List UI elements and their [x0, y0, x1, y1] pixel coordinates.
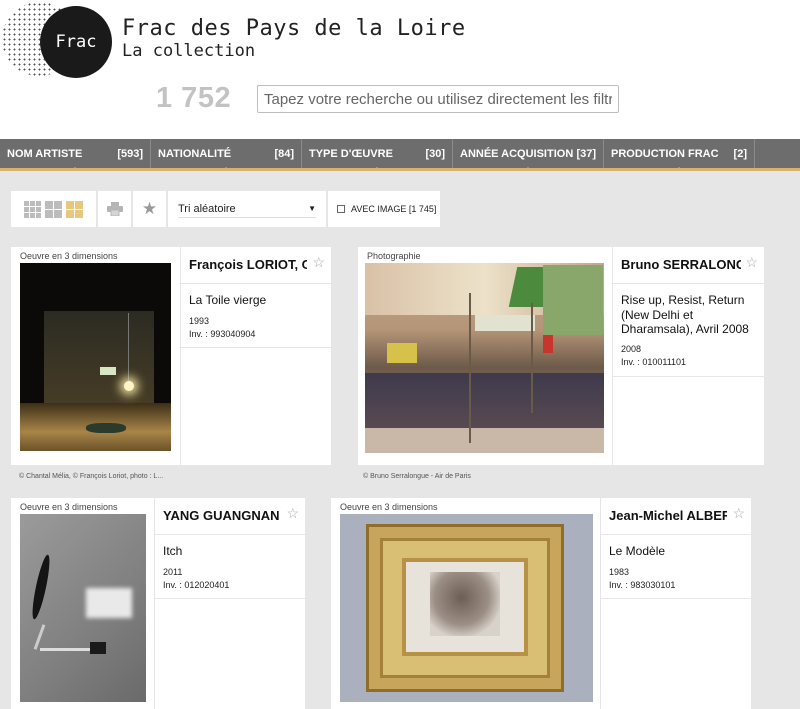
artwork-type: Photographie: [367, 251, 421, 261]
artwork-info: Jean-Michel ALBER... ☆ Le Modèle 1983 In…: [600, 498, 751, 709]
artwork-year: 2011: [163, 567, 183, 577]
filter-label: Production Frac: [611, 147, 719, 160]
with-image-checkbox[interactable]: [337, 205, 345, 213]
divider: [181, 283, 331, 284]
header: Frac Frac des Pays de la Loire La collec…: [0, 0, 800, 139]
filter-artist-name[interactable]: Nom artiste [593]: [0, 139, 151, 171]
favorite-star-icon[interactable]: ☆: [312, 254, 325, 271]
favorite-star-icon[interactable]: ☆: [745, 254, 758, 271]
search-input[interactable]: [257, 85, 619, 113]
filter-count: [2]: [733, 147, 747, 160]
divider: [181, 347, 331, 348]
artwork-type: Oeuvre en 3 dimensions: [20, 502, 118, 512]
favorite-star-icon[interactable]: ☆: [286, 505, 299, 522]
star-icon: ★: [141, 199, 158, 218]
filter-count: [37]: [576, 147, 596, 160]
filter-acquisition-year[interactable]: Année acquisition [37]: [453, 139, 604, 171]
inventory-number: Inv. : 993040904: [189, 329, 256, 339]
filter-label: Type d'œuvre: [309, 147, 393, 160]
dropdown-notch-icon: [524, 167, 532, 171]
filter-count: [593]: [117, 147, 143, 160]
dropdown-notch-icon: [222, 167, 230, 171]
sort-select[interactable]: Tri aléatoire ▼: [168, 191, 326, 227]
artwork-title[interactable]: Le Modèle: [609, 544, 744, 559]
artwork-type: Oeuvre en 3 dimensions: [340, 502, 438, 512]
artwork-card[interactable]: Photographie Bruno SERRALONG... ☆ Rise u…: [358, 247, 764, 465]
filter-work-type[interactable]: Type d'œuvre [30]: [302, 139, 453, 171]
site-subtitle: La collection: [122, 41, 256, 61]
inventory-number: Inv. : 010011101: [621, 357, 687, 367]
artwork-image[interactable]: [340, 514, 593, 702]
artwork-title[interactable]: La Toile vierge: [189, 293, 324, 308]
logo[interactable]: Frac: [2, 2, 112, 78]
view-switcher: [11, 191, 96, 227]
filter-label: Nom artiste: [7, 147, 83, 160]
artwork-image[interactable]: [20, 514, 146, 702]
sort-value: Tri aléatoire: [178, 202, 236, 215]
printer-icon: [106, 202, 123, 216]
result-count: 1 752: [156, 82, 232, 114]
filter-count: [84]: [274, 147, 294, 160]
with-image-filter[interactable]: AVEC IMAGE [1 745]: [328, 191, 440, 227]
artwork-card[interactable]: Oeuvre en 3 dimensions YANG GUANGNAN ☆ I…: [11, 498, 305, 709]
artwork-image[interactable]: [20, 263, 171, 451]
filter-label: Nationalité: [158, 147, 232, 160]
print-button[interactable]: [98, 191, 131, 227]
inventory-number: Inv. : 983030101: [609, 580, 676, 590]
filter-bar: Nom artiste [593] Nationalité [84] Type …: [0, 139, 800, 171]
logo-circle: Frac: [40, 6, 112, 78]
divider: [155, 598, 305, 599]
divider: [601, 598, 751, 599]
artwork-card[interactable]: Oeuvre en 3 dimensions Jean-Michel ALBER…: [331, 498, 751, 709]
chevron-down-icon: ▼: [308, 204, 316, 213]
artwork-info: François LORIOT, Ch... ☆ La Toile vierge…: [180, 247, 331, 465]
image-credit: © Chantal Mélia, © François Loriot, phot…: [19, 473, 164, 480]
divider: [155, 534, 305, 535]
divider: [601, 534, 751, 535]
mosaic-view-icon[interactable]: [66, 200, 83, 218]
artwork-info: YANG GUANGNAN ☆ Itch 2011 Inv. : 0120204…: [154, 498, 305, 709]
favorite-star-icon[interactable]: ☆: [732, 505, 745, 522]
artist-name[interactable]: YANG GUANGNAN: [163, 508, 281, 523]
artwork-year: 2008: [621, 344, 642, 354]
artwork-type: Oeuvre en 3 dimensions: [20, 251, 118, 261]
artist-name[interactable]: François LORIOT, Ch...: [189, 257, 307, 272]
grid-large-view-icon[interactable]: [45, 200, 62, 218]
artwork-info: Bruno SERRALONG... ☆ Rise up, Resist, Re…: [612, 247, 764, 465]
grid-small-view-icon[interactable]: [24, 200, 41, 218]
divider: [613, 376, 764, 377]
artist-name[interactable]: Jean-Michel ALBER...: [609, 508, 727, 523]
dropdown-notch-icon: [373, 167, 381, 171]
filter-frac-production[interactable]: Production Frac [2]: [604, 139, 755, 171]
artwork-image[interactable]: [365, 263, 604, 453]
with-image-label: AVEC IMAGE [1 745]: [351, 204, 437, 214]
artwork-card[interactable]: Oeuvre en 3 dimensions François LORIOT, …: [11, 247, 331, 465]
dropdown-notch-icon: [71, 167, 79, 171]
image-credit: © Bruno Serralongue - Air de Paris: [363, 473, 471, 480]
inventory-number: Inv. : 012020401: [163, 580, 230, 590]
artwork-title[interactable]: Rise up, Resist, Return (New Delhi et Dh…: [621, 293, 761, 337]
artwork-year: 1983: [609, 567, 630, 577]
dropdown-notch-icon: [675, 167, 683, 171]
toolbar: ★ Tri aléatoire ▼ AVEC IMAGE [1 745]: [11, 191, 440, 227]
artwork-year: 1993: [189, 316, 210, 326]
artist-name[interactable]: Bruno SERRALONG...: [621, 257, 741, 272]
artwork-title[interactable]: Itch: [163, 544, 298, 559]
site-title: Frac des Pays de la Loire: [122, 16, 466, 41]
divider: [613, 283, 764, 284]
favorites-button[interactable]: ★: [133, 191, 166, 227]
filter-nationality[interactable]: Nationalité [84]: [151, 139, 302, 171]
filter-label: Année acquisition: [460, 147, 574, 160]
filter-count: [30]: [425, 147, 445, 160]
